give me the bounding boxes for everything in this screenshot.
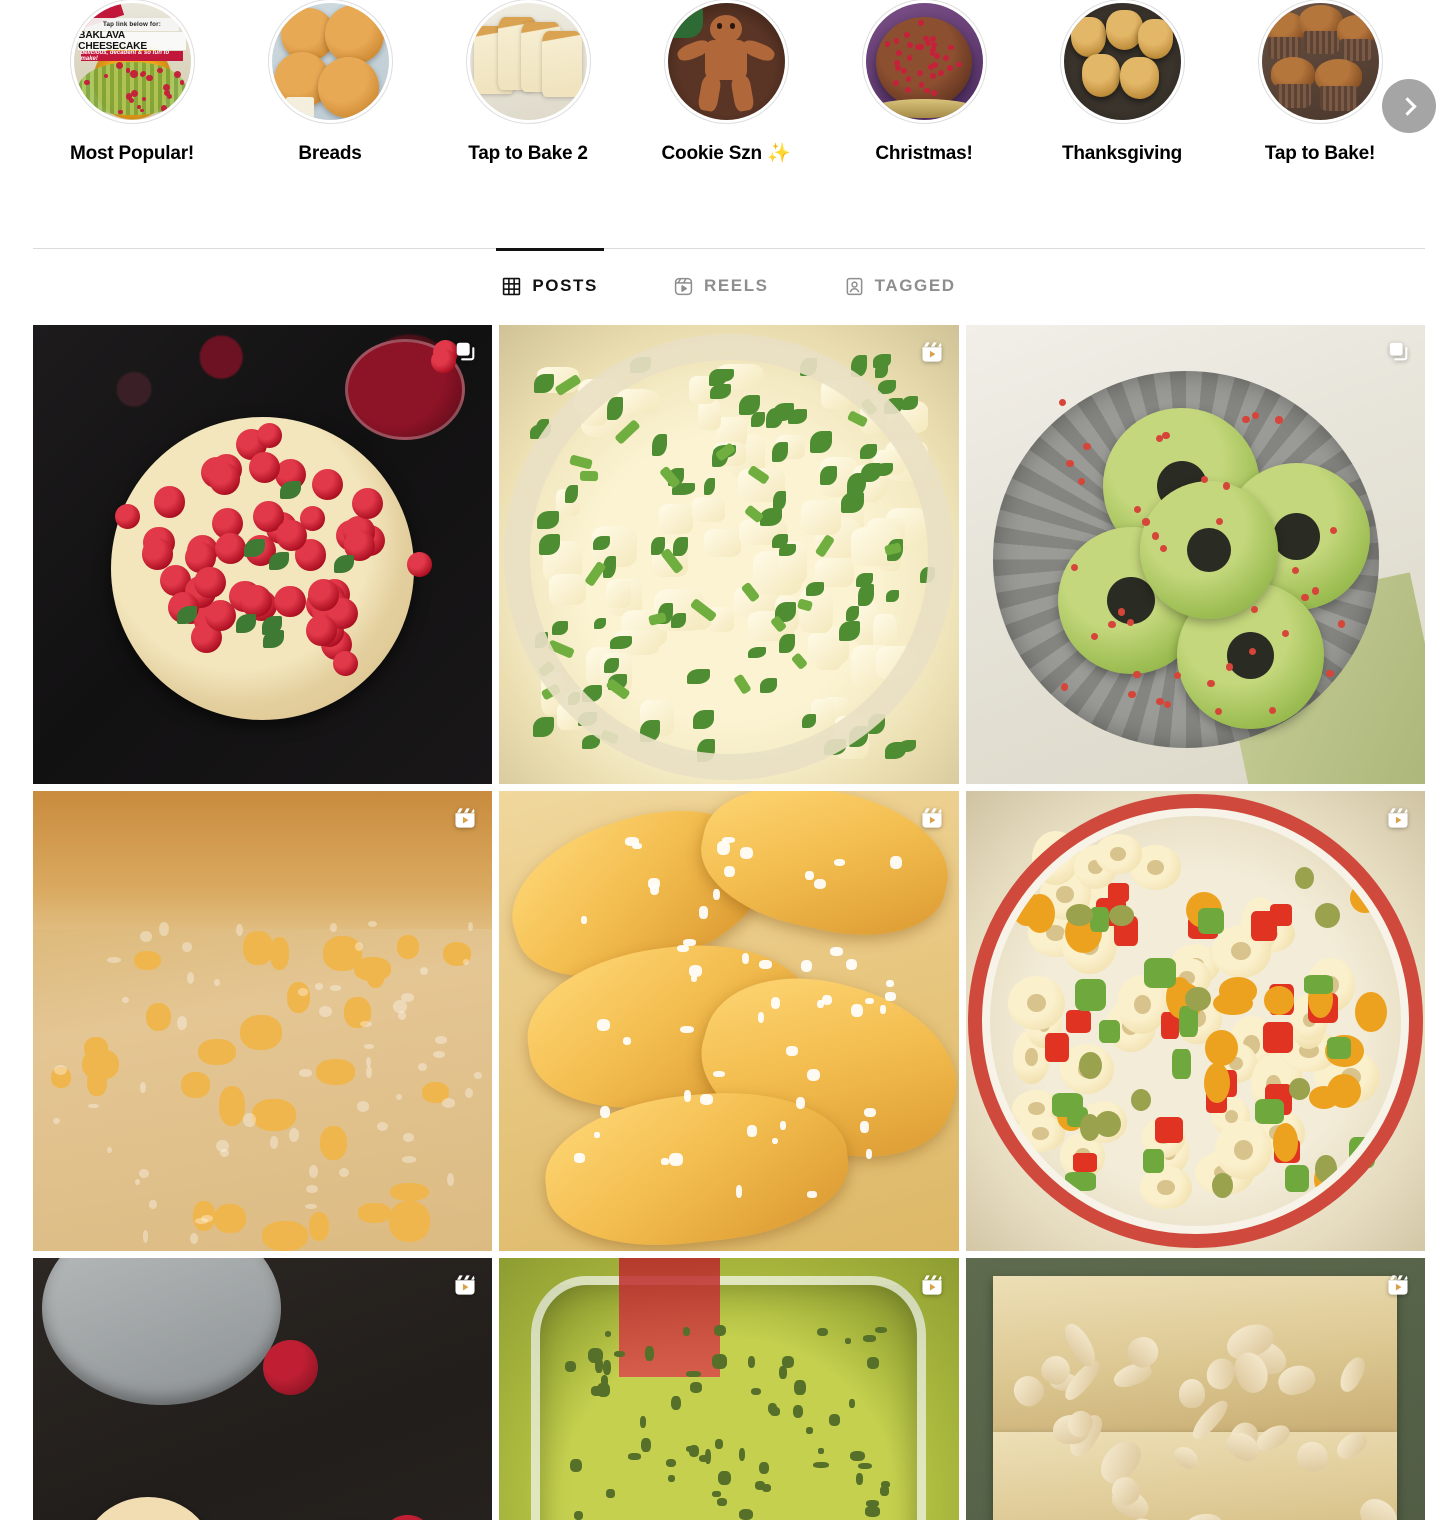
story-highlight-ring[interactable] [268,0,393,124]
post-thumbnail[interactable] [499,325,958,784]
tab-posts[interactable]: POSTS [464,248,636,324]
post-image [966,791,1425,1250]
story-highlight-breads[interactable]: Breads [231,0,429,180]
story-highlight-cover-image [1262,3,1379,120]
story-highlight-label: Most Popular! [70,143,194,166]
tagged-icon [845,277,864,296]
carousel-icon [1386,339,1411,369]
reels-icon [1385,805,1411,836]
story-highlight-label: Thanksgiving [1062,143,1182,166]
story-highlight-label: Christmas! [875,143,972,166]
story-highlight-tap-to-bake-2[interactable]: Tap to Bake 2 [429,0,627,180]
grid-icon [502,277,521,296]
post-image [499,1258,958,1520]
tab-label: REELS [704,276,769,296]
story-highlight-most-popular[interactable]: Tap link below for: BAKLAVA CHEESECAKE d… [33,0,231,180]
tab-label: TAGGED [875,276,956,296]
story-highlight-label: Tap to Bake! [1265,143,1375,166]
instagram-profile-page: Tap link below for: BAKLAVA CHEESECAKE d… [0,0,1456,1520]
reels-icon [919,339,945,370]
story-highlight-christmas[interactable]: Christmas! [825,0,1023,180]
reels-icon [919,805,945,836]
post-image [966,325,1425,784]
post-thumbnail[interactable] [499,791,958,1250]
story-highlights-row[interactable]: Tap link below for: BAKLAVA CHEESECAKE d… [33,0,1425,180]
story-highlight-ring[interactable] [466,0,591,124]
story-highlight-ring[interactable] [1060,0,1185,124]
story-highlight-cover-image [866,3,983,120]
post-image [33,325,492,784]
story-highlight-label: Cookie Szn ✨ [662,143,791,166]
story-highlight-cover-image [1064,3,1181,120]
reels-icon [919,1272,945,1303]
posts-grid[interactable] [33,325,1425,1520]
post-image [966,1258,1425,1520]
story-highlight-thanksgiving[interactable]: Thanksgiving [1023,0,1221,180]
story-highlight-label: Breads [298,143,361,166]
post-thumbnail[interactable] [499,1258,958,1520]
story-highlight-ring[interactable]: Tap link below for: BAKLAVA CHEESECAKE d… [70,0,195,124]
story-highlight-cover-image [668,3,785,120]
story-highlight-cookie-szn[interactable]: Cookie Szn ✨ [627,0,825,180]
post-thumbnail[interactable] [33,791,492,1250]
tab-reels[interactable]: REELS [636,248,807,324]
post-image [33,1258,492,1520]
carousel-icon [453,339,478,369]
story-highlight-cover-image [272,3,389,120]
post-thumbnail[interactable] [33,325,492,784]
story-highlight-ring[interactable] [1258,0,1383,124]
profile-tab-bar[interactable]: POSTS REELS TAGGED [33,248,1425,324]
reels-icon [452,805,478,836]
post-image [499,325,958,784]
reels-icon [674,277,693,296]
post-thumbnail[interactable] [33,1258,492,1520]
chevron-right-icon [1398,97,1416,115]
post-thumbnail[interactable] [966,791,1425,1250]
tab-tagged[interactable]: TAGGED [807,248,994,324]
story-highlight-cover-image: Tap link below for: BAKLAVA CHEESECAKE d… [74,3,191,120]
post-thumbnail[interactable] [966,325,1425,784]
story-highlight-cover-image [470,3,587,120]
reels-icon [1385,1272,1411,1303]
post-thumbnail[interactable] [966,1258,1425,1520]
story-highlight-ring[interactable] [664,0,789,124]
highlights-scroll-right-button[interactable] [1382,79,1436,133]
reels-icon [452,1272,478,1303]
story-highlight-label: Tap to Bake 2 [468,143,588,166]
story-highlight-ring[interactable] [862,0,987,124]
post-image [33,791,492,1250]
post-image [499,791,958,1250]
tab-label: POSTS [532,276,598,296]
